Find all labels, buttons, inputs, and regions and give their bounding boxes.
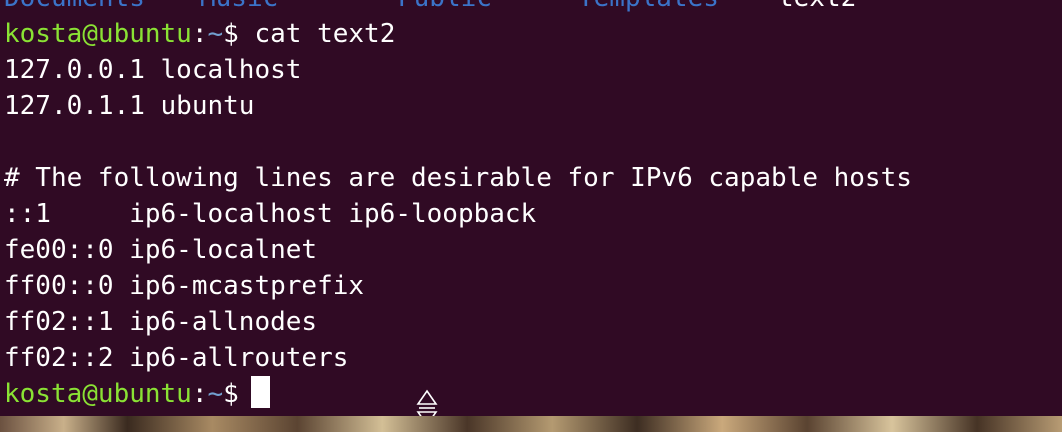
command-text: cat text2: [238, 19, 396, 49]
output-line: ff02::2 ip6-allrouters: [4, 343, 349, 373]
desktop-background: [0, 416, 1062, 432]
ls-entry-documents: Documents: [4, 0, 145, 16]
ls-output-row: Documents Music Public Templates text2: [4, 0, 1062, 16]
output-line: 127.0.0.1 localhost: [4, 55, 302, 85]
output-line: ff02::1 ip6-allnodes: [4, 307, 318, 337]
ls-entry-public: Public: [398, 0, 492, 16]
prompt-path: ~: [207, 379, 224, 409]
prompt-dollar: $: [223, 19, 239, 49]
output-line: ::1 ip6-localhost ip6-loopback: [4, 199, 537, 229]
prompt-dollar: $: [223, 379, 239, 409]
text-cursor: [250, 376, 270, 408]
ls-entry-music: Music: [200, 0, 278, 16]
command-line: kosta@ubuntu:~$ cat text2: [4, 16, 1062, 52]
output-line: # The following lines are desirable for …: [4, 163, 912, 193]
prompt-colon: :: [191, 379, 208, 409]
terminal-window[interactable]: Documents Music Public Templates text2 k…: [0, 0, 1062, 416]
output-line: fe00::0 ip6-localnet: [4, 235, 318, 265]
prompt-path: ~: [207, 19, 224, 49]
active-prompt-line[interactable]: kosta@ubuntu:~$: [4, 376, 1062, 412]
prompt-colon: :: [191, 19, 208, 49]
output-line: 127.0.1.1 ubuntu: [4, 91, 255, 121]
terminal-screen: Documents Music Public Templates text2 k…: [4, 0, 1062, 412]
resize-arrows-icon: [416, 389, 438, 416]
ls-entry-text2: text2: [778, 0, 856, 16]
prompt-user-host: kosta@ubuntu: [4, 379, 192, 409]
output-line: ff00::0 ip6-mcastprefix: [4, 271, 365, 301]
ls-entry-templates: Templates: [578, 0, 719, 16]
